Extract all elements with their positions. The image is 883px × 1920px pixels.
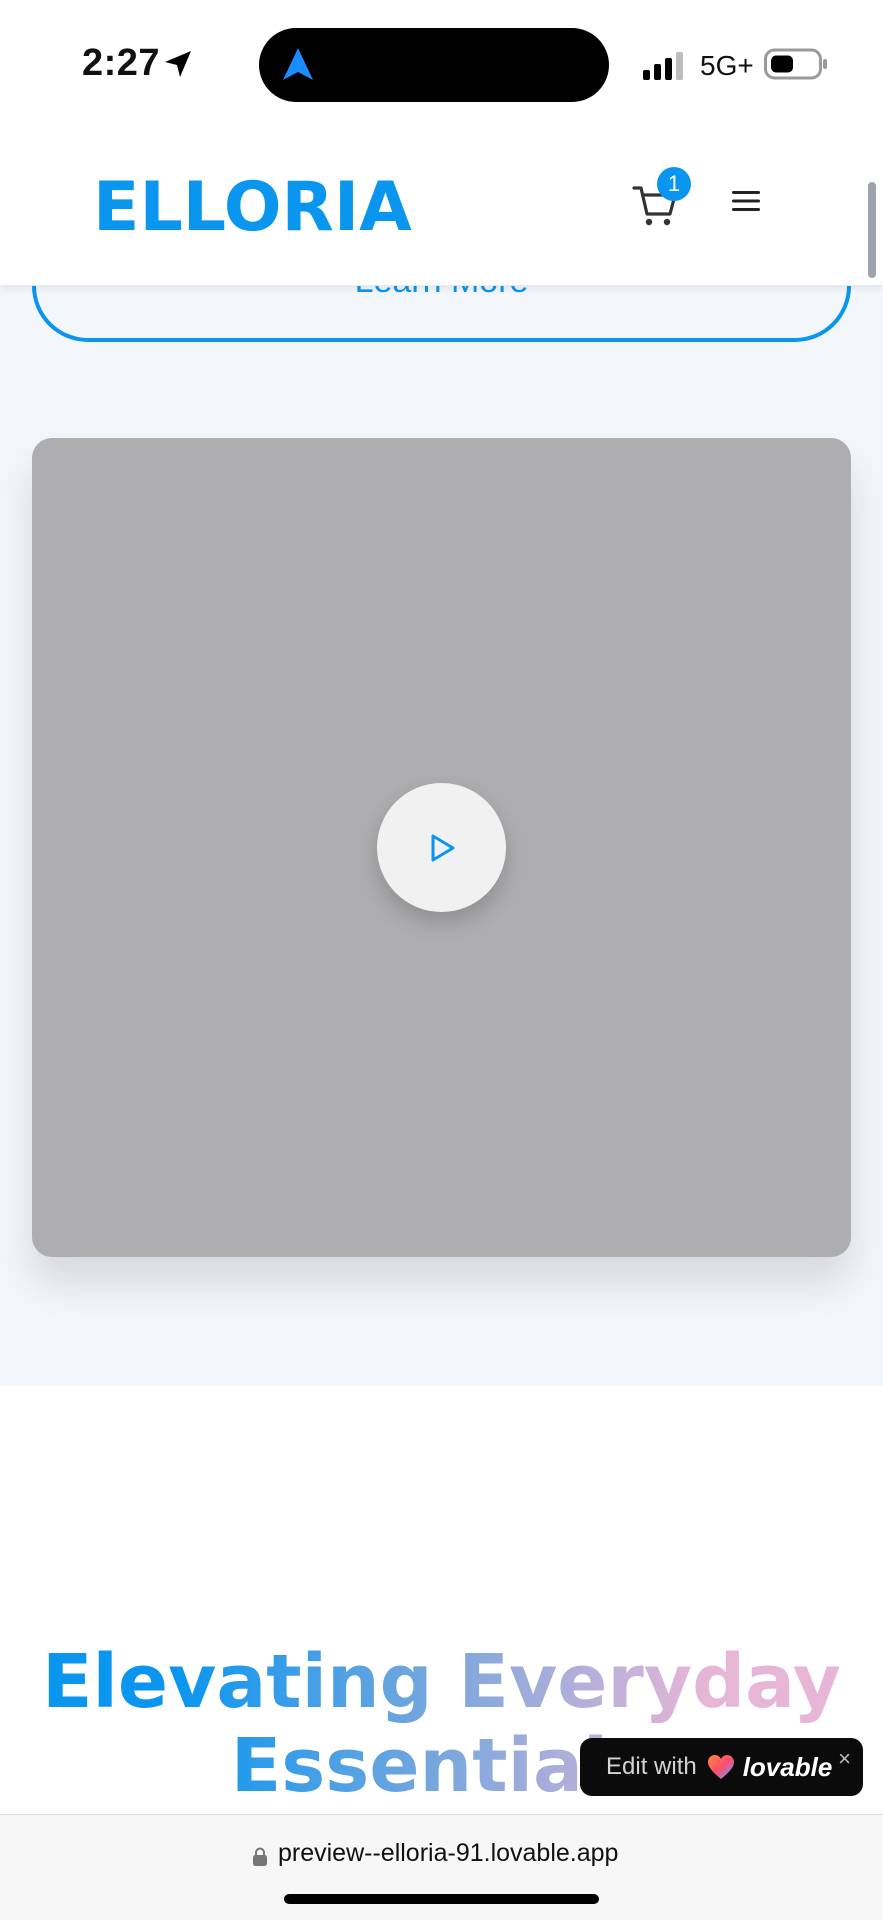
close-icon[interactable]: × xyxy=(838,1746,851,1772)
network-label: 5G+ xyxy=(700,50,754,81)
video-player[interactable] xyxy=(32,438,851,1257)
cart-count-badge: 1 xyxy=(657,167,691,201)
lock-icon xyxy=(253,1847,267,1866)
location-arrow-icon xyxy=(165,51,191,77)
brand-logo[interactable]: ELLORIA xyxy=(93,168,412,247)
hamburger-menu-icon[interactable] xyxy=(730,188,762,214)
cellular-signal-icon xyxy=(643,52,683,80)
lovable-brand-label: lovable xyxy=(742,1751,833,1782)
home-indicator xyxy=(284,1894,599,1904)
edit-with-label: Edit with xyxy=(606,1753,697,1780)
battery-icon xyxy=(764,48,827,80)
headline-line-1: Elevating Everyday xyxy=(41,1639,841,1725)
browser-url-bar[interactable]: preview--elloria-91.lovable.app xyxy=(0,1814,883,1920)
play-button[interactable] xyxy=(377,783,506,912)
play-icon xyxy=(431,834,454,861)
dynamic-island xyxy=(259,28,609,102)
status-bar: 2:27 5G+ xyxy=(0,0,883,124)
page-scrollbar[interactable] xyxy=(868,182,876,278)
navigation-arrow-icon xyxy=(283,48,313,80)
edit-with-lovable-badge[interactable]: Edit with lovable × xyxy=(580,1738,863,1796)
page: 2:27 5G+ ELLORIA 1 Elevating Everyday Es… xyxy=(0,0,883,1920)
url-text: preview--elloria-91.lovable.app xyxy=(278,1839,619,1867)
heart-icon xyxy=(707,1755,734,1779)
status-time: 2:27 xyxy=(82,42,161,84)
